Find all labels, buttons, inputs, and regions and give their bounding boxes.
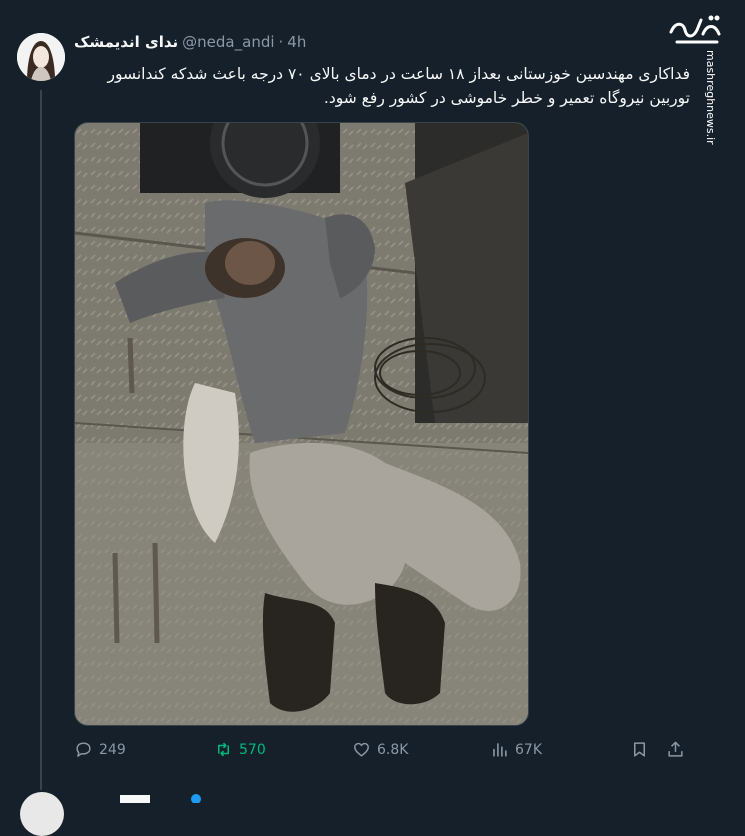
timestamp[interactable]: 4h [287, 33, 306, 51]
share-button[interactable] [666, 740, 685, 759]
like-count: 6.8K [377, 741, 409, 758]
avatar-image [17, 33, 65, 81]
views-button[interactable]: 67K [490, 740, 542, 759]
reply-count: 249 [99, 741, 126, 758]
display-name[interactable]: ندای اندیمشک [74, 33, 178, 51]
repost-icon [217, 742, 230, 757]
repost-button[interactable]: 570 [214, 740, 266, 759]
worker-photo [75, 123, 528, 725]
bookmark-button[interactable] [630, 740, 649, 759]
tweet-header: ندای اندیمشک @neda_andi · 4h [74, 33, 306, 51]
tweet-actions: 249 570 6.8K 67K [74, 740, 689, 768]
handle[interactable]: @neda_andi [182, 33, 274, 51]
bookmark-icon [633, 742, 646, 757]
like-button[interactable]: 6.8K [352, 740, 408, 759]
repost-count: 570 [239, 741, 266, 758]
watermark: mashreghnews.ir [667, 12, 731, 145]
watermark-logo [669, 15, 721, 44]
thread-line [40, 90, 42, 790]
tweet-text: فداکاری مهندسین خوزستانی بعداز ۱۸ ساعت د… [107, 65, 690, 107]
heart-icon [354, 742, 369, 757]
tweet[interactable]: ندای اندیمشک @neda_andi · 4h فداکاری مهن… [0, 0, 745, 800]
separator-dot: · [278, 33, 284, 51]
avatar[interactable] [17, 33, 65, 81]
reply-button[interactable]: 249 [74, 740, 126, 759]
watermark-site: mashreghnews.ir [704, 50, 717, 145]
tweet-media-photo[interactable] [74, 122, 529, 726]
next-tweet-avatar[interactable] [20, 792, 64, 836]
reply-icon [76, 742, 91, 757]
next-tweet-header-partial [120, 794, 201, 803]
share-icon [668, 741, 683, 757]
views-chart-icon [493, 743, 507, 757]
views-count: 67K [515, 741, 542, 758]
